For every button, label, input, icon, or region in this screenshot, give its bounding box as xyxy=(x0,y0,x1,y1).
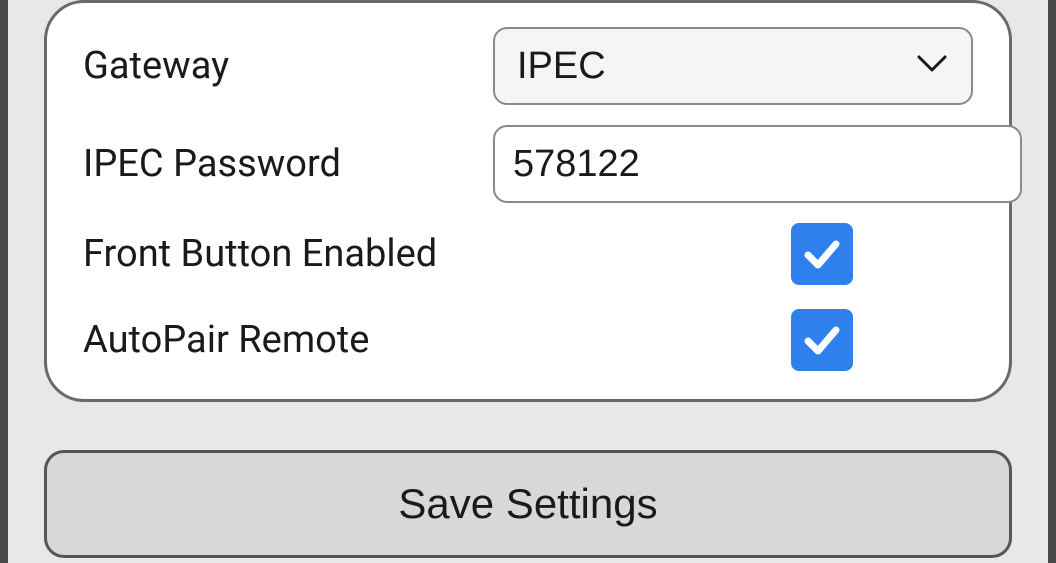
save-settings-button[interactable]: Save Settings xyxy=(44,450,1012,558)
gateway-row: Gateway IPEC xyxy=(83,27,973,105)
autopair-checkbox-wrapper xyxy=(791,309,853,371)
gateway-select-wrapper: IPEC xyxy=(493,27,973,105)
password-row: IPEC Password xyxy=(83,125,973,203)
password-input[interactable] xyxy=(493,125,1022,203)
front-button-checkbox[interactable] xyxy=(791,223,853,285)
gateway-select[interactable]: IPEC xyxy=(493,27,973,105)
settings-panel: Gateway IPEC IPEC Password xyxy=(44,0,1012,402)
front-button-checkbox-wrapper xyxy=(791,223,853,285)
front-button-row: Front Button Enabled xyxy=(83,223,973,285)
autopair-label: AutoPair Remote xyxy=(83,318,791,362)
autopair-row: AutoPair Remote xyxy=(83,309,973,371)
autopair-checkbox[interactable] xyxy=(791,309,853,371)
checkmark-icon xyxy=(800,232,844,276)
front-button-label: Front Button Enabled xyxy=(83,232,791,276)
gateway-label: Gateway xyxy=(83,44,493,88)
checkmark-icon xyxy=(800,318,844,362)
password-label: IPEC Password xyxy=(83,142,493,186)
